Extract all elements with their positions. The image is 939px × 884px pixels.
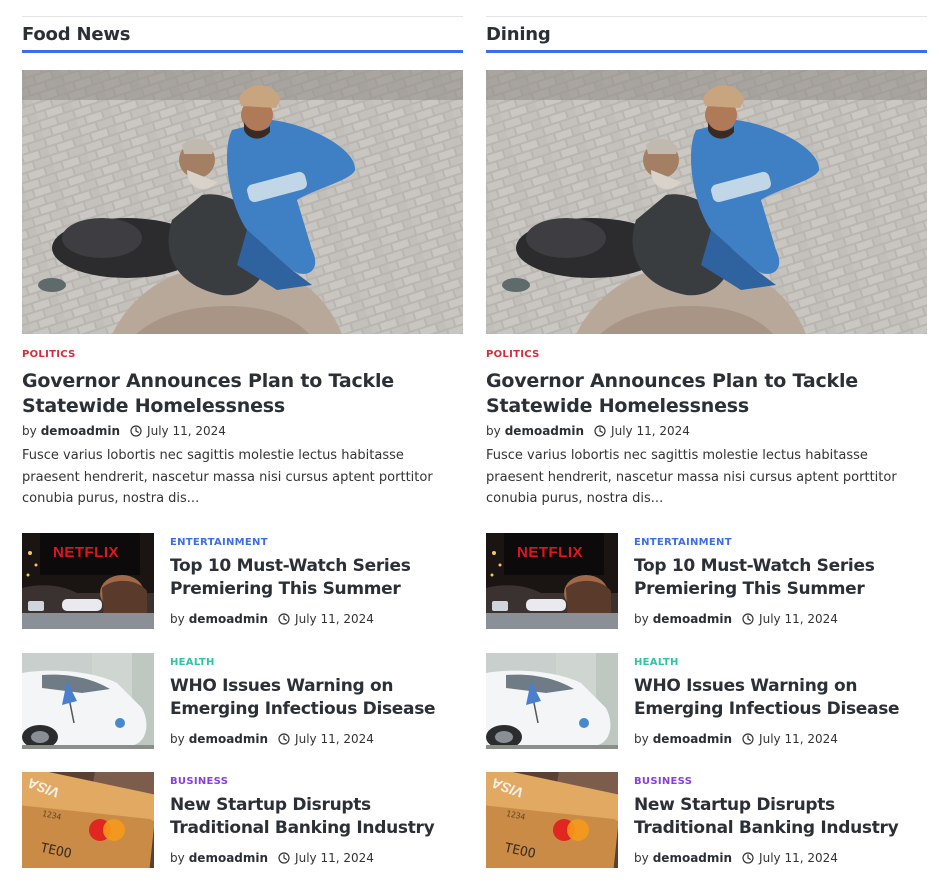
hero-category[interactable]: POLITICS xyxy=(486,349,540,360)
item-meta: by demoadmin July 11, 2024 xyxy=(170,851,374,865)
by-label: by xyxy=(486,424,501,438)
clock-icon xyxy=(742,613,754,625)
post-date: July 11, 2024 xyxy=(611,424,690,438)
post-date: July 11, 2024 xyxy=(295,732,374,746)
section-header: Dining xyxy=(486,16,927,53)
item-category[interactable]: HEALTH xyxy=(634,657,679,668)
clock-icon xyxy=(278,733,290,745)
clock-icon xyxy=(278,613,290,625)
post-date: July 11, 2024 xyxy=(759,612,838,626)
item-thumbnail[interactable]: VISA TEOO 1234 xyxy=(486,772,618,868)
clock-icon xyxy=(130,425,142,437)
clock-icon xyxy=(594,425,606,437)
post-date: July 11, 2024 xyxy=(295,612,374,626)
news-column-food-news: Food News POLITICS Governor Announces Pl… xyxy=(22,16,463,868)
item-headline[interactable]: New Startup Disrupts Traditional Banking… xyxy=(634,794,924,840)
hero-image[interactable] xyxy=(22,70,463,334)
clock-icon xyxy=(278,852,290,864)
by-label: by xyxy=(22,424,37,438)
hero-headline[interactable]: Governor Announces Plan to Tackle Statew… xyxy=(486,369,927,419)
section-title: Food News xyxy=(22,24,131,45)
svg-text:NETFLIX: NETFLIX xyxy=(53,544,119,561)
item-category[interactable]: HEALTH xyxy=(170,657,215,668)
list-item: VISA TEOO 1234 BUSINESS New Startup Disr… xyxy=(486,772,927,868)
hero-headline[interactable]: Governor Announces Plan to Tackle Statew… xyxy=(22,369,463,419)
item-category[interactable]: ENTERTAINMENT xyxy=(634,537,732,548)
post-date: July 11, 2024 xyxy=(295,851,374,865)
post-date: July 11, 2024 xyxy=(759,851,838,865)
item-meta: by demoadmin July 11, 2024 xyxy=(634,612,838,626)
item-thumbnail[interactable] xyxy=(486,653,618,749)
item-headline[interactable]: Top 10 Must-Watch Series Premiering This… xyxy=(634,555,924,601)
author-link[interactable]: demoadmin xyxy=(653,851,732,865)
list-item: HEALTH WHO Issues Warning on Emerging In… xyxy=(22,653,463,749)
author-link[interactable]: demoadmin xyxy=(189,851,268,865)
item-thumbnail[interactable]: NETFLIX xyxy=(486,533,618,629)
hero-meta: by demoadmin July 11, 2024 xyxy=(486,424,690,438)
by-label: by xyxy=(170,732,185,746)
by-label: by xyxy=(634,732,649,746)
item-meta: by demoadmin July 11, 2024 xyxy=(634,732,838,746)
item-category[interactable]: ENTERTAINMENT xyxy=(170,537,268,548)
list-item: HEALTH WHO Issues Warning on Emerging In… xyxy=(486,653,927,749)
clock-icon xyxy=(742,852,754,864)
item-category[interactable]: BUSINESS xyxy=(170,776,228,787)
post-date: July 11, 2024 xyxy=(759,732,838,746)
hero-excerpt: Fusce varius lobortis nec sagittis moles… xyxy=(22,448,433,506)
hero-meta: by demoadmin July 11, 2024 xyxy=(22,424,226,438)
author-link[interactable]: demoadmin xyxy=(189,612,268,626)
hero-image[interactable] xyxy=(486,70,927,334)
hero-category[interactable]: POLITICS xyxy=(22,349,76,360)
item-headline[interactable]: Top 10 Must-Watch Series Premiering This… xyxy=(170,555,460,601)
item-thumbnail[interactable]: NETFLIX xyxy=(22,533,154,629)
item-thumbnail[interactable]: VISA TEOO 1234 xyxy=(22,772,154,868)
list-item: NETFLIX ENTERTAINMENT Top 10 Must-Watch … xyxy=(22,533,463,629)
post-date: July 11, 2024 xyxy=(147,424,226,438)
section-title: Dining xyxy=(486,24,551,45)
item-category[interactable]: BUSINESS xyxy=(634,776,692,787)
item-meta: by demoadmin July 11, 2024 xyxy=(170,732,374,746)
news-column-dining: Dining POLITICS Governor Announces Plan … xyxy=(486,16,927,868)
by-label: by xyxy=(170,851,185,865)
section-header: Food News xyxy=(22,16,463,53)
list-item: VISA TEOO 1234 BUSINESS New Startup Disr… xyxy=(22,772,463,868)
author-link[interactable]: demoadmin xyxy=(505,424,584,438)
clock-icon xyxy=(742,733,754,745)
author-link[interactable]: demoadmin xyxy=(653,612,732,626)
author-link[interactable]: demoadmin xyxy=(189,732,268,746)
item-thumbnail[interactable] xyxy=(22,653,154,749)
by-label: by xyxy=(634,851,649,865)
author-link[interactable]: demoadmin xyxy=(653,732,732,746)
item-headline[interactable]: WHO Issues Warning on Emerging Infectiou… xyxy=(634,675,924,721)
list-item: NETFLIX ENTERTAINMENT Top 10 Must-Watch … xyxy=(486,533,927,629)
svg-text:NETFLIX: NETFLIX xyxy=(517,544,583,561)
by-label: by xyxy=(170,612,185,626)
hero-excerpt: Fusce varius lobortis nec sagittis moles… xyxy=(486,448,897,506)
author-link[interactable]: demoadmin xyxy=(41,424,120,438)
item-meta: by demoadmin July 11, 2024 xyxy=(634,851,838,865)
by-label: by xyxy=(634,612,649,626)
item-headline[interactable]: WHO Issues Warning on Emerging Infectiou… xyxy=(170,675,460,721)
item-headline[interactable]: New Startup Disrupts Traditional Banking… xyxy=(170,794,460,840)
item-meta: by demoadmin July 11, 2024 xyxy=(170,612,374,626)
